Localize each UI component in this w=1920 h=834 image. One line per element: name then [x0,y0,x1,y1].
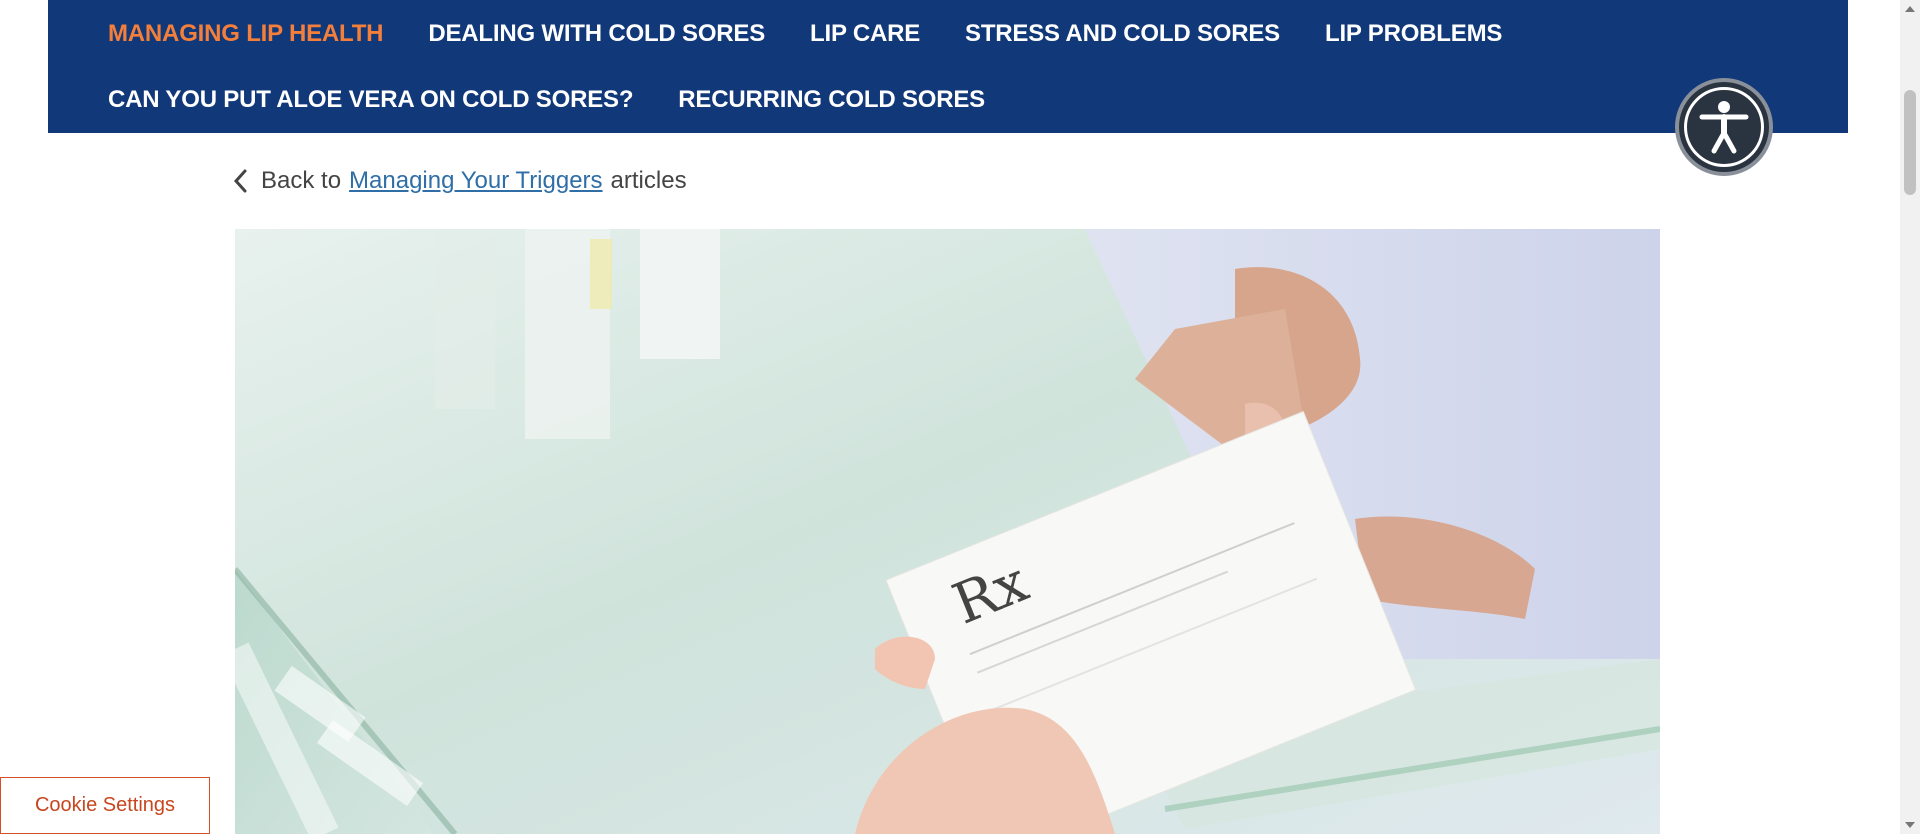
nav-row-1: MANAGING LIP HEALTH DEALING WITH COLD SO… [108,20,1502,48]
breadcrumb-prefix: Back to [261,167,342,194]
nav-row-2: CAN YOU PUT ALOE VERA ON COLD SORES? REC… [108,86,985,114]
nav-item-recurring-cold-sores[interactable]: RECURRING COLD SORES [678,86,985,114]
nav-item-stress-and-cold-sores[interactable]: STRESS AND COLD SORES [965,20,1280,48]
scroll-down-icon[interactable] [1905,822,1915,828]
prescription-handover-photo: Rx [235,229,1660,834]
accessibility-person-icon [1699,101,1749,154]
hero-image: Rx [235,229,1660,834]
breadcrumb-link[interactable]: Managing Your Triggers [349,167,603,195]
cookie-settings-button[interactable]: Cookie Settings [0,777,210,834]
scrollbar-thumb[interactable] [1904,90,1916,195]
accessibility-ring [1684,87,1764,167]
nav-item-aloe-vera[interactable]: CAN YOU PUT ALOE VERA ON COLD SORES? [108,86,633,114]
accessibility-button[interactable] [1675,78,1773,176]
chevron-left-icon [233,167,253,195]
breadcrumb-suffix: articles [610,167,687,194]
nav-item-lip-care[interactable]: LIP CARE [810,20,920,48]
nav-item-lip-problems[interactable]: LIP PROBLEMS [1325,20,1502,48]
scrollbar[interactable] [1900,0,1920,834]
top-navigation: MANAGING LIP HEALTH DEALING WITH COLD SO… [48,0,1848,133]
nav-item-managing-lip-health[interactable]: MANAGING LIP HEALTH [108,20,384,48]
scroll-up-icon[interactable] [1905,6,1915,12]
nav-item-dealing-with-cold-sores[interactable]: DEALING WITH COLD SORES [428,20,765,48]
breadcrumb: Back to Managing Your Triggers articles [233,167,687,195]
